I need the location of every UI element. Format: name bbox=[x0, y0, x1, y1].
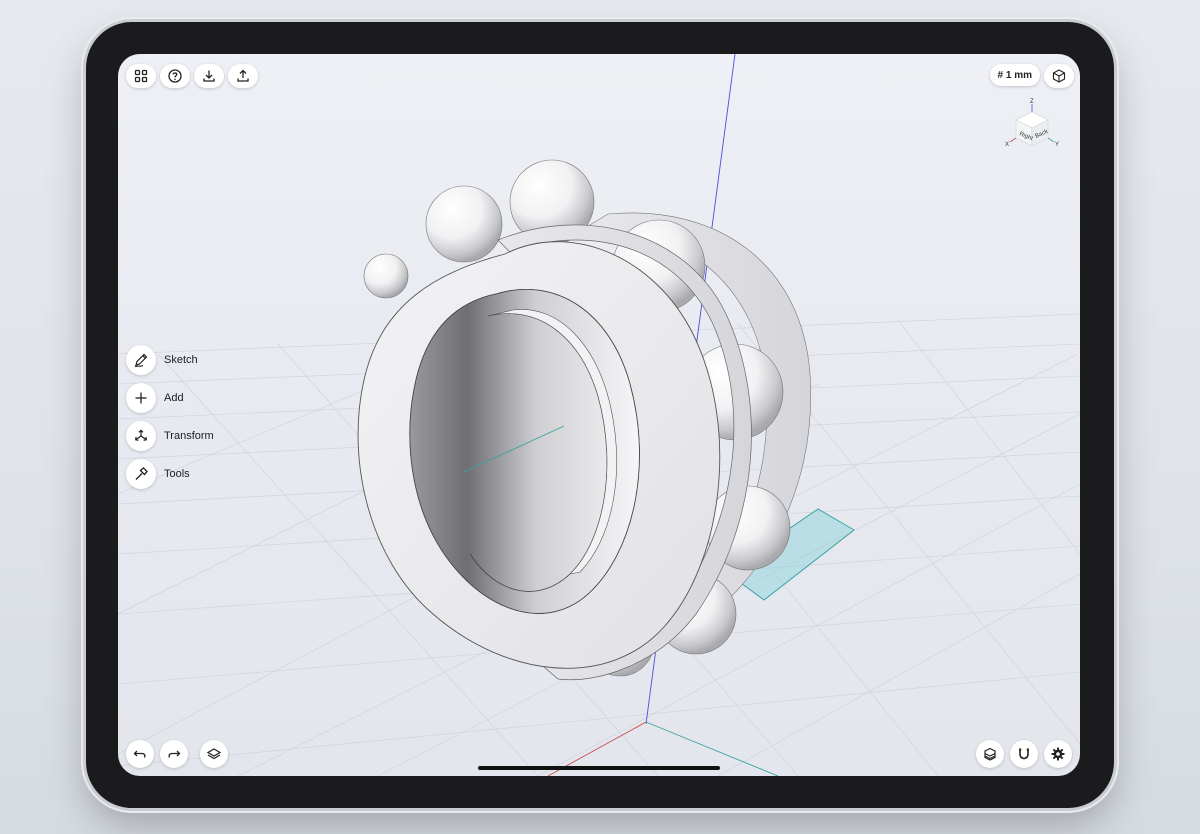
viewport-3d[interactable] bbox=[118, 54, 1080, 776]
add-label: Add bbox=[164, 392, 184, 404]
layers-icon bbox=[206, 748, 222, 760]
help-icon bbox=[168, 69, 182, 83]
view-mode-button[interactable] bbox=[1044, 64, 1074, 88]
unit-label: # 1 mm bbox=[997, 69, 1032, 81]
help-button[interactable] bbox=[160, 64, 190, 88]
settings-button[interactable] bbox=[1044, 740, 1072, 768]
grid-button[interactable] bbox=[126, 64, 156, 88]
axis-x-label: X bbox=[1005, 142, 1009, 148]
export-button[interactable] bbox=[228, 64, 258, 88]
material-button[interactable] bbox=[976, 740, 1004, 768]
sketch-menu-item[interactable]: Sketch bbox=[126, 344, 198, 376]
layers-button[interactable] bbox=[200, 740, 228, 768]
import-button[interactable] bbox=[194, 64, 224, 88]
transform-label: Transform bbox=[164, 430, 214, 442]
plus-icon bbox=[135, 392, 147, 404]
magnet-icon bbox=[1019, 748, 1029, 760]
tools-menu-item[interactable]: Tools bbox=[126, 458, 190, 490]
material-icon bbox=[984, 747, 996, 761]
import-icon bbox=[203, 70, 215, 82]
snap-button[interactable] bbox=[1010, 740, 1038, 768]
cube-view-icon bbox=[1052, 69, 1066, 83]
settings-icon bbox=[1051, 747, 1065, 761]
grid-icon bbox=[134, 69, 148, 83]
undo-icon bbox=[133, 750, 146, 758]
view-cube[interactable]: Right Back Z X Y bbox=[1000, 96, 1064, 160]
hammer-icon bbox=[135, 467, 148, 480]
sketch-label: Sketch bbox=[164, 354, 198, 366]
redo-icon bbox=[168, 750, 181, 758]
undo-button[interactable] bbox=[126, 740, 154, 768]
redo-button[interactable] bbox=[160, 740, 188, 768]
tools-label: Tools bbox=[164, 468, 190, 480]
axis-y-label: Y bbox=[1055, 142, 1059, 148]
tablet-frame: # 1 mm Right Back Z X Y Sketch Add Trans… bbox=[86, 22, 1114, 808]
unit-indicator[interactable]: # 1 mm bbox=[989, 64, 1040, 86]
transform-icon bbox=[135, 429, 147, 441]
export-icon bbox=[237, 69, 249, 82]
home-indicator[interactable] bbox=[478, 766, 720, 770]
pencil-icon bbox=[134, 353, 148, 368]
add-menu-item[interactable]: Add bbox=[126, 382, 184, 414]
transform-menu-item[interactable]: Transform bbox=[126, 420, 214, 452]
axis-z-label: Z bbox=[1030, 99, 1034, 105]
app-screen: # 1 mm Right Back Z X Y Sketch Add Trans… bbox=[118, 54, 1080, 776]
